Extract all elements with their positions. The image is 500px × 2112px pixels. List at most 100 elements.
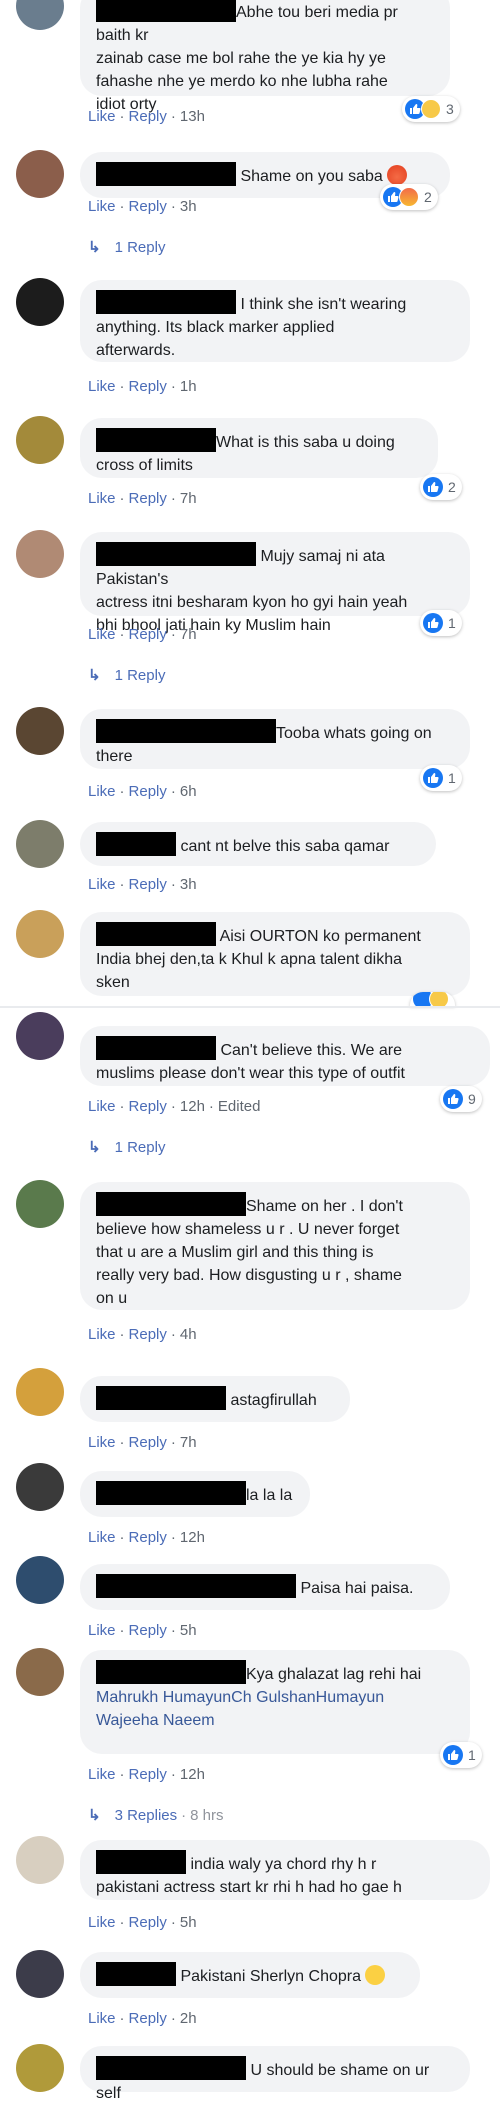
redacted-name [96, 2056, 246, 2080]
avatar[interactable] [16, 1180, 64, 1228]
timestamp[interactable]: 7h [180, 490, 197, 507]
avatar[interactable] [16, 1648, 64, 1696]
reply-link[interactable]: Reply [129, 1326, 167, 1343]
reaction-summary[interactable]: 2 [420, 474, 462, 500]
reply-link[interactable]: Reply [129, 108, 167, 125]
comment-actions: Like · Reply · 12h [88, 1529, 205, 1546]
reply-link[interactable]: Reply [129, 1766, 167, 1783]
avatar[interactable] [16, 150, 64, 198]
reply-link[interactable]: Reply [129, 1529, 167, 1546]
timestamp[interactable]: 12h [180, 1529, 205, 1546]
view-replies-link[interactable]: ↳ 1 Reply [88, 1138, 165, 1156]
timestamp[interactable]: 6h [180, 783, 197, 800]
reply-link[interactable]: Reply [129, 378, 167, 395]
tagged-user[interactable]: Mahrukh Humayun [96, 1689, 231, 1706]
avatar[interactable] [16, 910, 64, 958]
avatar[interactable] [16, 1012, 64, 1060]
reaction-summary[interactable]: 1 [440, 1742, 482, 1768]
timestamp[interactable]: 12h [180, 1098, 205, 1115]
like-link[interactable]: Like [88, 2010, 116, 2027]
redacted-name [96, 1036, 216, 1060]
reaction-summary[interactable]: 3 [402, 96, 460, 122]
replies-count[interactable]: 1 Reply [115, 1139, 166, 1156]
avatar[interactable] [16, 1463, 64, 1511]
timestamp[interactable]: 1h [180, 378, 197, 395]
comment-actions: Like · Reply · 7h [88, 626, 197, 643]
reaction-count: 2 [448, 479, 456, 495]
like-reaction-icon [443, 1089, 463, 1109]
angry-reaction-icon [399, 187, 419, 207]
avatar[interactable] [16, 278, 64, 326]
comment-bubble: Paisa hai paisa. [80, 1564, 450, 1610]
avatar[interactable] [16, 1836, 64, 1884]
reply-link[interactable]: Reply [129, 1098, 167, 1115]
like-link[interactable]: Like [88, 1326, 116, 1343]
reaction-summary[interactable]: 9 [440, 1086, 482, 1112]
reply-link[interactable]: Reply [129, 876, 167, 893]
reaction-summary[interactable] [410, 992, 455, 1006]
view-replies-link[interactable]: ↳ 1 Reply [88, 666, 165, 684]
reaction-summary[interactable]: 2 [380, 184, 438, 210]
like-link[interactable]: Like [88, 1914, 116, 1931]
reply-link[interactable]: Reply [129, 1622, 167, 1639]
like-link[interactable]: Like [88, 1529, 116, 1546]
timestamp[interactable]: 3h [180, 876, 197, 893]
avatar[interactable] [16, 820, 64, 868]
comment-bubble: Mujy samaj ni ata Pakistan's actress itn… [80, 532, 470, 634]
tagged-user[interactable]: Ch Gulshan [231, 1689, 316, 1706]
like-link[interactable]: Like [88, 1622, 116, 1639]
comment-bubble: U should be shame on ur self [80, 2046, 470, 2102]
avatar[interactable] [16, 1950, 64, 1998]
reply-link[interactable]: Reply [129, 626, 167, 643]
timestamp[interactable]: 4h [180, 1326, 197, 1343]
like-link[interactable]: Like [88, 626, 116, 643]
reaction-summary[interactable]: 1 [420, 765, 462, 791]
avatar[interactable] [16, 707, 64, 755]
like-link[interactable]: Like [88, 1098, 116, 1115]
like-link[interactable]: Like [88, 108, 116, 125]
timestamp[interactable]: 5h [180, 1622, 197, 1639]
view-replies-link[interactable]: ↳ 1 Reply [88, 238, 165, 256]
like-link[interactable]: Like [88, 198, 116, 215]
comment-text: Paisa hai paisa. [300, 1580, 414, 1597]
reply-link[interactable]: Reply [129, 1434, 167, 1451]
avatar[interactable] [16, 0, 64, 30]
comment-actions: Like · Reply · 5h [88, 1622, 197, 1639]
avatar[interactable] [16, 2044, 64, 2092]
comment-text: astagfirullah [230, 1392, 317, 1409]
reply-link[interactable]: Reply [129, 490, 167, 507]
view-replies-link[interactable]: ↳ 3 Replies · 8 hrs [88, 1806, 223, 1824]
avatar[interactable] [16, 530, 64, 578]
replies-count[interactable]: 1 Reply [115, 667, 166, 684]
reply-link[interactable]: Reply [129, 1914, 167, 1931]
avatar[interactable] [16, 1368, 64, 1416]
timestamp[interactable]: 3h [180, 198, 197, 215]
like-link[interactable]: Like [88, 490, 116, 507]
timestamp[interactable]: 12h [180, 1766, 205, 1783]
like-link[interactable]: Like [88, 1434, 116, 1451]
comment-text: Pakistani Sherlyn Chopra [180, 1968, 361, 1985]
timestamp[interactable]: 7h [180, 626, 197, 643]
replies-count[interactable]: 1 Reply [115, 239, 166, 256]
sad-reaction-icon [429, 992, 449, 1006]
timestamp[interactable]: 5h [180, 1914, 197, 1931]
avatar[interactable] [16, 416, 64, 464]
timestamp[interactable]: 7h [180, 1434, 197, 1451]
like-link[interactable]: Like [88, 876, 116, 893]
like-link[interactable]: Like [88, 378, 116, 395]
reaction-summary[interactable]: 1 [420, 610, 462, 636]
reply-link[interactable]: Reply [129, 2010, 167, 2027]
like-link[interactable]: Like [88, 783, 116, 800]
reply-arrow-icon: ↳ [88, 1807, 101, 1824]
comment-bubble: Shame on her . I don't believe how shame… [80, 1182, 470, 1310]
timestamp[interactable]: 2h [180, 2010, 197, 2027]
comment-actions: Like · Reply · 13h [88, 108, 205, 125]
like-link[interactable]: Like [88, 1766, 116, 1783]
reply-link[interactable]: Reply [129, 783, 167, 800]
reply-link[interactable]: Reply [129, 198, 167, 215]
replies-timestamp: 8 hrs [190, 1807, 224, 1824]
replies-count[interactable]: 3 Replies [115, 1807, 178, 1824]
reply-arrow-icon: ↳ [88, 239, 101, 256]
avatar[interactable] [16, 1556, 64, 1604]
timestamp[interactable]: 13h [180, 108, 205, 125]
